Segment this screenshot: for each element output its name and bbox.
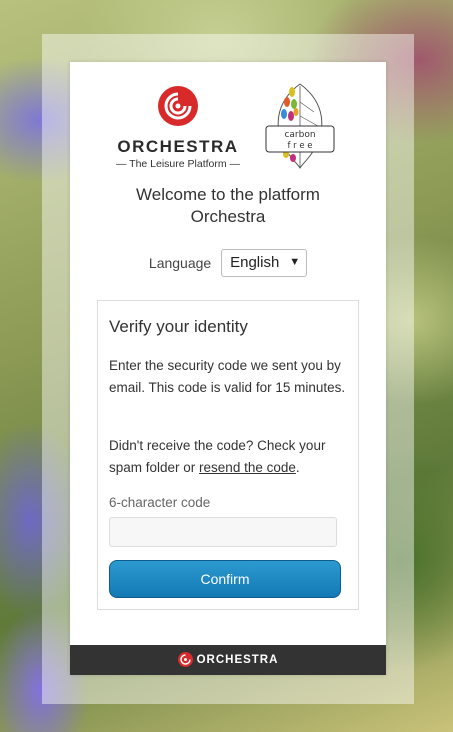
verify-title: Verify your identity: [109, 317, 248, 336]
instructions-text: Enter the security code we sent you by e…: [109, 358, 346, 395]
language-selected-value: English: [230, 254, 280, 271]
footer-logo: ORCHESTRA: [177, 652, 279, 667]
free-text: f r e e: [287, 141, 312, 151]
orchestra-logo-icon: [158, 86, 198, 126]
resend-suffix: .: [295, 460, 300, 475]
orchestra-tagline: — The Leisure Platform —: [115, 158, 241, 170]
chevron-down-icon: ▼: [289, 256, 301, 268]
footer: ORCHESTRA: [70, 645, 386, 675]
confirm-button[interactable]: Confirm: [109, 560, 341, 598]
logo-header: ORCHESTRA — The Leisure Platform — carbo…: [70, 82, 386, 172]
orchestra-logo: ORCHESTRA — The Leisure Platform —: [114, 86, 242, 170]
verify-identity-box: Verify your identity Enter the security …: [97, 300, 359, 610]
orchestra-footer-icon: [177, 652, 193, 667]
carbon-text: carbon: [284, 130, 315, 140]
welcome-heading: Welcome to the platform Orchestra: [70, 184, 386, 228]
login-card: ORCHESTRA — The Leisure Platform — carbo…: [70, 62, 386, 675]
resend-code-link[interactable]: resend the code: [199, 460, 296, 475]
carbon-free-logo: carbon f r e e: [260, 82, 340, 170]
resend-text: Didn't receive the code? Check your spam…: [109, 435, 349, 479]
language-label: Language: [148, 255, 212, 271]
code-label: 6-character code: [109, 495, 211, 510]
footer-brand: ORCHESTRA: [196, 653, 279, 666]
welcome-line-1: Welcome to the platform: [136, 185, 320, 204]
code-input[interactable]: [109, 517, 337, 547]
welcome-line-2: Orchestra: [190, 207, 266, 226]
orchestra-wordmark: ORCHESTRA: [117, 137, 239, 156]
language-select[interactable]: English ▼: [221, 249, 308, 277]
carbon-free-leaf-icon: carbon f r e e: [265, 83, 335, 169]
language-row: Language English ▼: [70, 249, 386, 277]
